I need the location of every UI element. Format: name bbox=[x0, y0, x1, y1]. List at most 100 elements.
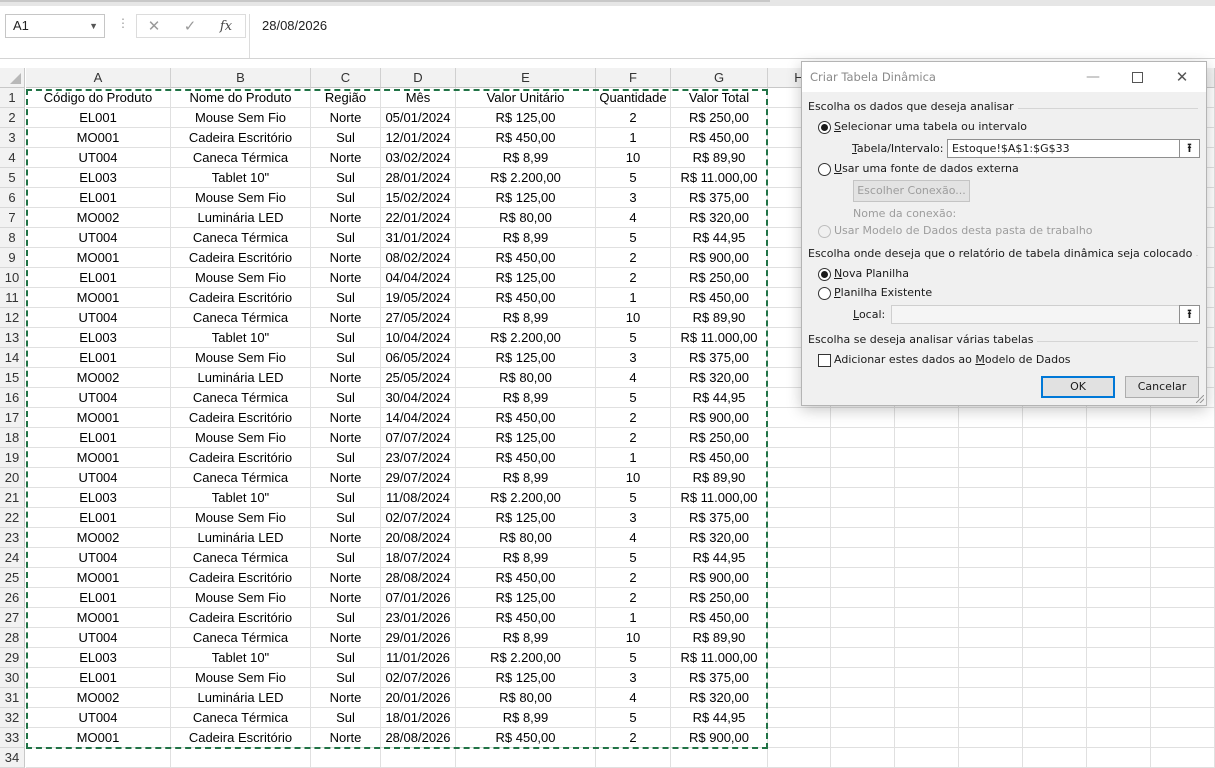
table-cell[interactable] bbox=[959, 708, 1023, 728]
table-cell[interactable]: R$ 250,00 bbox=[671, 268, 768, 288]
table-cell[interactable]: 18/01/2026 bbox=[381, 708, 456, 728]
table-cell[interactable]: 28/01/2024 bbox=[381, 168, 456, 188]
table-cell[interactable] bbox=[831, 728, 895, 748]
table-cell[interactable] bbox=[1151, 728, 1215, 748]
table-cell[interactable] bbox=[831, 408, 895, 428]
table-cell[interactable] bbox=[895, 588, 959, 608]
table-cell[interactable]: R$ 44,95 bbox=[671, 708, 768, 728]
table-cell[interactable]: 19/05/2024 bbox=[381, 288, 456, 308]
table-cell[interactable] bbox=[895, 488, 959, 508]
table-cell[interactable]: R$ 80,00 bbox=[456, 528, 596, 548]
table-cell[interactable] bbox=[1023, 488, 1087, 508]
table-cell[interactable]: R$ 450,00 bbox=[456, 408, 596, 428]
table-cell[interactable] bbox=[1023, 748, 1087, 768]
table-cell[interactable]: EL003 bbox=[26, 168, 171, 188]
radio-external-source[interactable] bbox=[818, 163, 831, 176]
table-cell[interactable] bbox=[768, 728, 831, 748]
table-cell[interactable] bbox=[1151, 468, 1215, 488]
column-header[interactable]: E bbox=[456, 68, 596, 88]
table-cell[interactable]: Norte bbox=[311, 428, 381, 448]
table-cell[interactable]: R$ 450,00 bbox=[671, 608, 768, 628]
table-cell[interactable]: Sul bbox=[311, 668, 381, 688]
table-cell[interactable] bbox=[1087, 548, 1151, 568]
table-cell[interactable] bbox=[831, 428, 895, 448]
table-cell[interactable]: 10 bbox=[596, 308, 671, 328]
table-cell[interactable]: Norte bbox=[311, 728, 381, 748]
table-cell[interactable]: EL001 bbox=[26, 508, 171, 528]
table-cell[interactable]: MO002 bbox=[26, 688, 171, 708]
table-cell[interactable] bbox=[1087, 508, 1151, 528]
table-cell[interactable]: MO001 bbox=[26, 728, 171, 748]
radio-existing-sheet[interactable] bbox=[818, 287, 831, 300]
table-cell[interactable]: Luminária LED bbox=[171, 208, 311, 228]
table-cell[interactable]: EL001 bbox=[26, 428, 171, 448]
table-cell[interactable]: R$ 44,95 bbox=[671, 548, 768, 568]
table-cell[interactable]: Sul bbox=[311, 188, 381, 208]
table-cell[interactable] bbox=[1023, 628, 1087, 648]
table-cell[interactable]: EL001 bbox=[26, 188, 171, 208]
table-cell[interactable]: Cadeira Escritório bbox=[171, 448, 311, 468]
table-cell[interactable]: Mouse Sem Fio bbox=[171, 668, 311, 688]
table-cell[interactable]: Norte bbox=[311, 308, 381, 328]
table-cell[interactable] bbox=[1151, 408, 1215, 428]
table-cell[interactable]: MO001 bbox=[26, 448, 171, 468]
table-cell[interactable]: EL001 bbox=[26, 588, 171, 608]
row-header[interactable]: 5 bbox=[0, 168, 25, 188]
row-header[interactable]: 27 bbox=[0, 608, 25, 628]
table-cell[interactable] bbox=[1087, 588, 1151, 608]
table-cell[interactable]: R$ 2.200,00 bbox=[456, 168, 596, 188]
table-cell[interactable] bbox=[1151, 548, 1215, 568]
table-cell[interactable]: R$ 125,00 bbox=[456, 348, 596, 368]
table-cell[interactable]: Mouse Sem Fio bbox=[171, 428, 311, 448]
column-header[interactable]: B bbox=[171, 68, 311, 88]
table-cell[interactable]: Tablet 10" bbox=[171, 168, 311, 188]
table-cell[interactable]: UT004 bbox=[26, 148, 171, 168]
table-cell[interactable]: 1 bbox=[596, 608, 671, 628]
chevron-down-icon[interactable]: ▼ bbox=[89, 15, 98, 37]
table-cell[interactable] bbox=[1151, 568, 1215, 588]
table-cell[interactable]: Sul bbox=[311, 228, 381, 248]
row-header[interactable]: 12 bbox=[0, 308, 25, 328]
table-cell[interactable] bbox=[959, 568, 1023, 588]
table-cell[interactable] bbox=[959, 728, 1023, 748]
table-cell[interactable] bbox=[1087, 708, 1151, 728]
table-cell[interactable] bbox=[1087, 448, 1151, 468]
table-cell[interactable]: R$ 250,00 bbox=[671, 108, 768, 128]
table-cell[interactable]: Sul bbox=[311, 548, 381, 568]
table-cell[interactable]: Luminária LED bbox=[171, 528, 311, 548]
table-cell[interactable]: R$ 80,00 bbox=[456, 688, 596, 708]
table-cell[interactable]: 2 bbox=[596, 588, 671, 608]
radio-select-table[interactable] bbox=[818, 121, 831, 134]
table-cell[interactable] bbox=[456, 748, 596, 768]
table-cell[interactable]: R$ 375,00 bbox=[671, 348, 768, 368]
table-cell[interactable]: R$ 8,99 bbox=[456, 548, 596, 568]
table-cell[interactable] bbox=[768, 668, 831, 688]
table-cell[interactable] bbox=[895, 548, 959, 568]
name-box[interactable]: A1 ▼ bbox=[5, 14, 105, 38]
table-cell[interactable]: Caneca Térmica bbox=[171, 548, 311, 568]
table-cell[interactable]: R$ 80,00 bbox=[456, 208, 596, 228]
table-cell[interactable] bbox=[895, 608, 959, 628]
table-cell[interactable]: 2 bbox=[596, 248, 671, 268]
table-cell[interactable] bbox=[1087, 648, 1151, 668]
table-cell[interactable]: Norte bbox=[311, 628, 381, 648]
table-cell[interactable]: R$ 125,00 bbox=[456, 268, 596, 288]
table-cell[interactable] bbox=[895, 748, 959, 768]
row-header[interactable]: 3 bbox=[0, 128, 25, 148]
table-cell[interactable]: 20/01/2026 bbox=[381, 688, 456, 708]
table-cell[interactable]: R$ 8,99 bbox=[456, 388, 596, 408]
table-cell[interactable]: 08/02/2024 bbox=[381, 248, 456, 268]
insert-function-icon[interactable]: fx bbox=[211, 16, 241, 38]
table-cell[interactable]: 05/01/2024 bbox=[381, 108, 456, 128]
table-header-cell[interactable]: Região bbox=[311, 88, 381, 108]
table-cell[interactable] bbox=[381, 748, 456, 768]
row-header[interactable]: 26 bbox=[0, 588, 25, 608]
table-cell[interactable]: R$ 89,90 bbox=[671, 148, 768, 168]
range-collapse-icon[interactable]: ⭱ bbox=[1179, 139, 1200, 158]
table-cell[interactable]: 29/07/2024 bbox=[381, 468, 456, 488]
table-cell[interactable]: R$ 44,95 bbox=[671, 228, 768, 248]
row-header[interactable]: 2 bbox=[0, 108, 25, 128]
table-cell[interactable]: 27/05/2024 bbox=[381, 308, 456, 328]
row-header[interactable]: 16 bbox=[0, 388, 25, 408]
table-cell[interactable]: 18/07/2024 bbox=[381, 548, 456, 568]
